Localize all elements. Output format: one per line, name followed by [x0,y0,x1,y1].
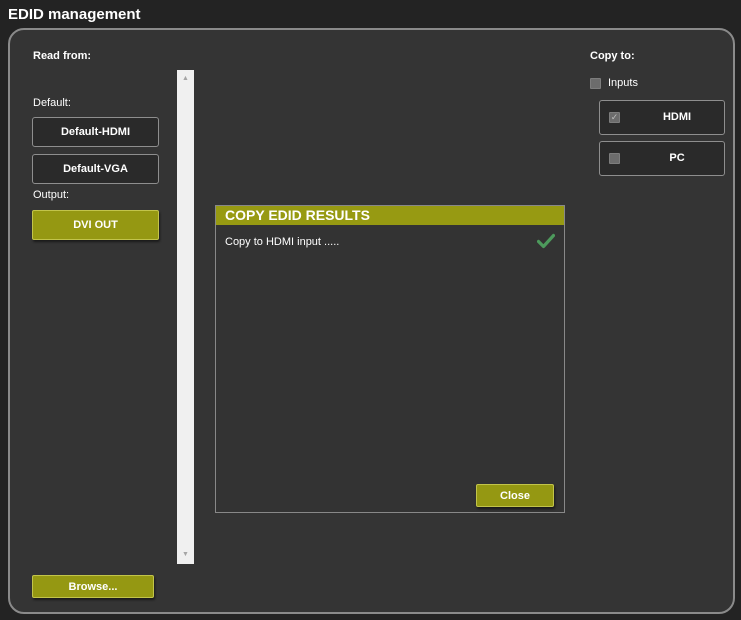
checkmark-icon [537,233,555,249]
scroll-up-icon[interactable]: ▲ [177,72,194,86]
pc-target-label: PC [669,152,685,164]
copy-target-pc[interactable]: PC [599,141,725,176]
copy-status-message: Copy to HDMI input ..... [225,236,340,248]
file-list-scrollbar[interactable]: ▲ ▼ [177,70,194,564]
default-label: Default: [33,97,71,109]
hdmi-checkbox[interactable]: ✓ [609,112,620,123]
default-vga-button[interactable]: Default-VGA [32,154,159,184]
pc-checkbox[interactable] [609,153,620,164]
dialog-title: COPY EDID RESULTS [216,206,564,225]
copy-edid-results-dialog: COPY EDID RESULTS Copy to HDMI input ...… [215,205,565,513]
inputs-label: Inputs [608,77,638,89]
hdmi-target-label: HDMI [662,111,692,123]
dvi-out-button[interactable]: DVI OUT [32,210,159,240]
close-button[interactable]: Close [476,484,554,507]
output-label: Output: [33,189,70,201]
copy-to-label: Copy to: [590,50,635,62]
default-hdmi-button[interactable]: Default-HDMI [32,117,159,147]
copy-target-hdmi[interactable]: ✓ HDMI [599,100,725,135]
read-from-label: Read from: [33,50,92,62]
scroll-down-icon[interactable]: ▼ [177,548,194,562]
browse-button[interactable]: Browse... [32,575,154,598]
page-title: EDID management [8,6,141,23]
inputs-checkbox[interactable] [590,78,601,89]
